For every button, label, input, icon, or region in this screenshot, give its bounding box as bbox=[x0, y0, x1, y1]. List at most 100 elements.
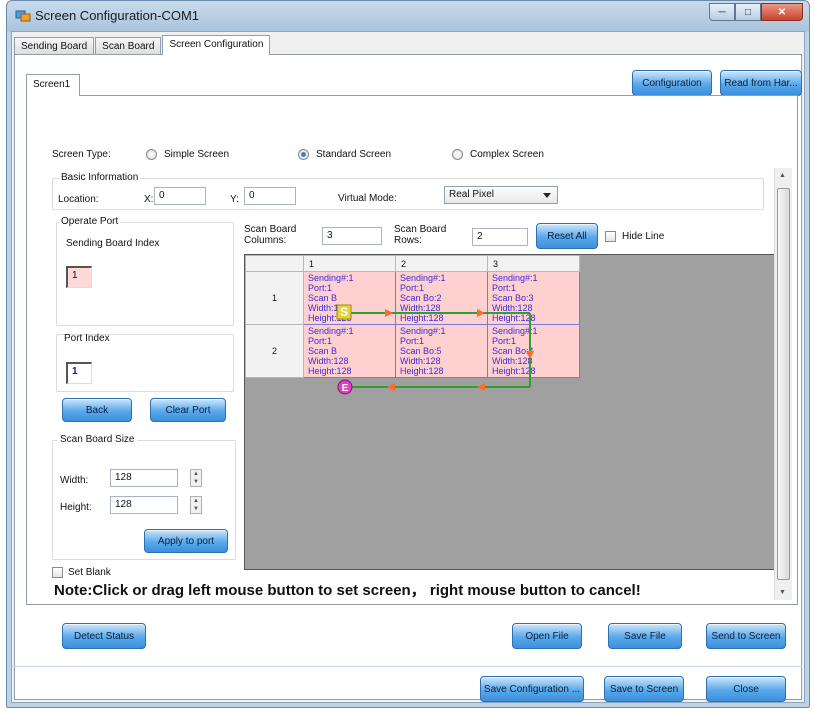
cell-line: Height:128 bbox=[400, 313, 444, 323]
cell-line: Scan Bo:5 bbox=[400, 346, 442, 356]
location-label: Location: bbox=[58, 194, 99, 205]
vertical-scrollbar[interactable]: ▲ ▼ bbox=[774, 168, 792, 600]
open-file-button[interactable]: Open File bbox=[512, 623, 582, 649]
close-button[interactable]: Close bbox=[706, 676, 786, 702]
cell-line: Scan B bbox=[308, 346, 338, 356]
port-index-value[interactable]: 1 bbox=[66, 362, 92, 384]
configuration-button[interactable]: Configuration bbox=[632, 70, 712, 96]
scan-board-columns-label-2: Columns: bbox=[244, 235, 287, 246]
divider bbox=[12, 666, 802, 667]
cell-line: Height:128 bbox=[308, 313, 352, 323]
end-marker-label: E bbox=[342, 383, 349, 394]
spin-up-icon: ▲ bbox=[193, 471, 199, 477]
cell-line: Width:128 bbox=[308, 356, 349, 366]
grid-corner bbox=[245, 255, 304, 272]
column-header[interactable]: 1 bbox=[303, 255, 396, 272]
grid-cell-r2c1[interactable]: Sending#:1 Port:1 Scan B Width:128 Heigh… bbox=[303, 324, 396, 378]
route-arrow-icon bbox=[477, 383, 485, 391]
column-header[interactable]: 3 bbox=[487, 255, 580, 272]
cell-line: Height:128 bbox=[400, 366, 444, 376]
cell-line: Height:128 bbox=[492, 366, 536, 376]
set-blank-label: Set Blank bbox=[68, 567, 111, 578]
scroll-down-icon[interactable]: ▼ bbox=[779, 589, 786, 596]
location-x-input[interactable]: 0 bbox=[154, 187, 206, 205]
tab-screen1[interactable]: Screen1 bbox=[26, 74, 80, 96]
virtual-mode-value: Real Pixel bbox=[449, 189, 495, 200]
width-spinner[interactable]: ▲ ▼ bbox=[190, 469, 202, 487]
apply-to-port-button[interactable]: Apply to port bbox=[144, 529, 228, 553]
minimize-button[interactable]: ─ bbox=[709, 3, 735, 21]
tab-sending-board[interactable]: Sending Board bbox=[14, 37, 95, 55]
cell-line: Sending#:1 bbox=[308, 273, 354, 283]
close-window-button[interactable]: ✕ bbox=[761, 3, 803, 21]
row-header[interactable]: 2 bbox=[245, 324, 304, 378]
title-bar[interactable]: Screen Configuration-COM1 ─ □ ✕ bbox=[7, 1, 809, 31]
screen-type-label: Screen Type: bbox=[52, 149, 111, 160]
cell-line: Sending#:1 bbox=[492, 273, 538, 283]
basic-information-title: Basic Information bbox=[59, 172, 141, 183]
scroll-thumb[interactable] bbox=[777, 188, 790, 580]
cell-line: Scan Bo:3 bbox=[492, 293, 534, 303]
back-button[interactable]: Back bbox=[62, 398, 132, 422]
set-blank-checkbox[interactable] bbox=[52, 567, 63, 578]
route-arrow-icon bbox=[387, 383, 395, 391]
maximize-icon: □ bbox=[744, 6, 752, 18]
scan-board-grid: 1 2 3 1 Sending#:1 Port:1 Scan B Width:1… bbox=[245, 255, 580, 378]
height-input[interactable]: 128 bbox=[110, 496, 178, 514]
scan-board-rows-label-1: Scan Board bbox=[394, 224, 447, 235]
cell-line: Sending#:1 bbox=[492, 326, 538, 336]
height-spinner[interactable]: ▲ ▼ bbox=[190, 496, 202, 514]
cell-line: Port:1 bbox=[400, 336, 425, 346]
scan-board-columns-input[interactable]: 3 bbox=[322, 227, 382, 245]
cell-line: Sending#:1 bbox=[400, 326, 446, 336]
cell-line: Scan Bo:2 bbox=[400, 293, 442, 303]
chevron-down-icon bbox=[543, 193, 551, 198]
cell-line: Width:128 bbox=[308, 303, 349, 313]
row-header[interactable]: 1 bbox=[245, 271, 304, 325]
maximize-button[interactable]: □ bbox=[735, 3, 761, 21]
reset-all-button[interactable]: Reset All bbox=[536, 223, 598, 249]
grid-cell-r2c3[interactable]: Sending#:1 Port:1 Scan Bo:4 Width:128 He… bbox=[487, 324, 580, 378]
complex-screen-radio[interactable] bbox=[452, 149, 463, 160]
hide-line-checkbox[interactable] bbox=[605, 231, 616, 242]
standard-screen-radio[interactable] bbox=[298, 149, 309, 160]
scroll-up-icon[interactable]: ▲ bbox=[779, 172, 786, 179]
tab-scan-board[interactable]: Scan Board bbox=[95, 37, 162, 55]
spin-down-icon: ▼ bbox=[193, 506, 199, 512]
grid-cell-r2c2[interactable]: Sending#:1 Port:1 Scan Bo:5 Width:128 He… bbox=[395, 324, 488, 378]
spin-up-icon: ▲ bbox=[193, 498, 199, 504]
width-input[interactable]: 128 bbox=[110, 469, 178, 487]
scan-board-size-title: Scan Board Size bbox=[58, 434, 137, 445]
column-header[interactable]: 2 bbox=[395, 255, 488, 272]
hide-line-label: Hide Line bbox=[622, 231, 665, 242]
cell-line: Port:1 bbox=[308, 336, 333, 346]
cell-line: Width:128 bbox=[492, 303, 533, 313]
save-to-screen-button[interactable]: Save to Screen bbox=[604, 676, 684, 702]
width-label: Width: bbox=[60, 475, 89, 486]
location-y-input[interactable]: 0 bbox=[244, 187, 296, 205]
simple-screen-radio[interactable] bbox=[146, 149, 157, 160]
grid-cell-r1c1[interactable]: Sending#:1 Port:1 Scan B Width:128 Heigh… bbox=[303, 271, 396, 325]
complex-screen-label: Complex Screen bbox=[470, 149, 544, 160]
clear-port-button[interactable]: Clear Port bbox=[150, 398, 226, 422]
main-tabs: Sending Board Scan Board Screen Configur… bbox=[14, 35, 271, 55]
send-to-screen-button[interactable]: Send to Screen bbox=[706, 623, 786, 649]
virtual-mode-select[interactable]: Real Pixel bbox=[444, 186, 558, 204]
grid-cell-r1c3[interactable]: Sending#:1 Port:1 Scan Bo:3 Width:128 He… bbox=[487, 271, 580, 325]
end-marker-icon bbox=[337, 379, 353, 395]
sending-board-index-value[interactable]: 1 bbox=[66, 266, 92, 288]
scan-board-rows-input[interactable]: 2 bbox=[472, 228, 528, 246]
operate-port-title: Operate Port bbox=[59, 216, 121, 227]
save-file-button[interactable]: Save File bbox=[608, 623, 682, 649]
screen-grid-canvas[interactable]: 1 2 3 1 Sending#:1 Port:1 Scan B Width:1… bbox=[244, 254, 776, 570]
read-from-hardware-button[interactable]: Read from Har... bbox=[720, 70, 802, 96]
grid-cell-r1c2[interactable]: Sending#:1 Port:1 Scan Bo:2 Width:128 He… bbox=[395, 271, 488, 325]
detect-status-button[interactable]: Detect Status bbox=[62, 623, 146, 649]
cell-line: Width:128 bbox=[400, 303, 441, 313]
cell-line: Sending#:1 bbox=[308, 326, 354, 336]
x-label: X: bbox=[144, 194, 154, 205]
save-configuration-button[interactable]: Save Configuration ... bbox=[480, 676, 584, 702]
cell-line: Port:1 bbox=[492, 283, 517, 293]
cell-line: Port:1 bbox=[400, 283, 425, 293]
tab-screen-configuration[interactable]: Screen Configuration bbox=[162, 35, 271, 55]
